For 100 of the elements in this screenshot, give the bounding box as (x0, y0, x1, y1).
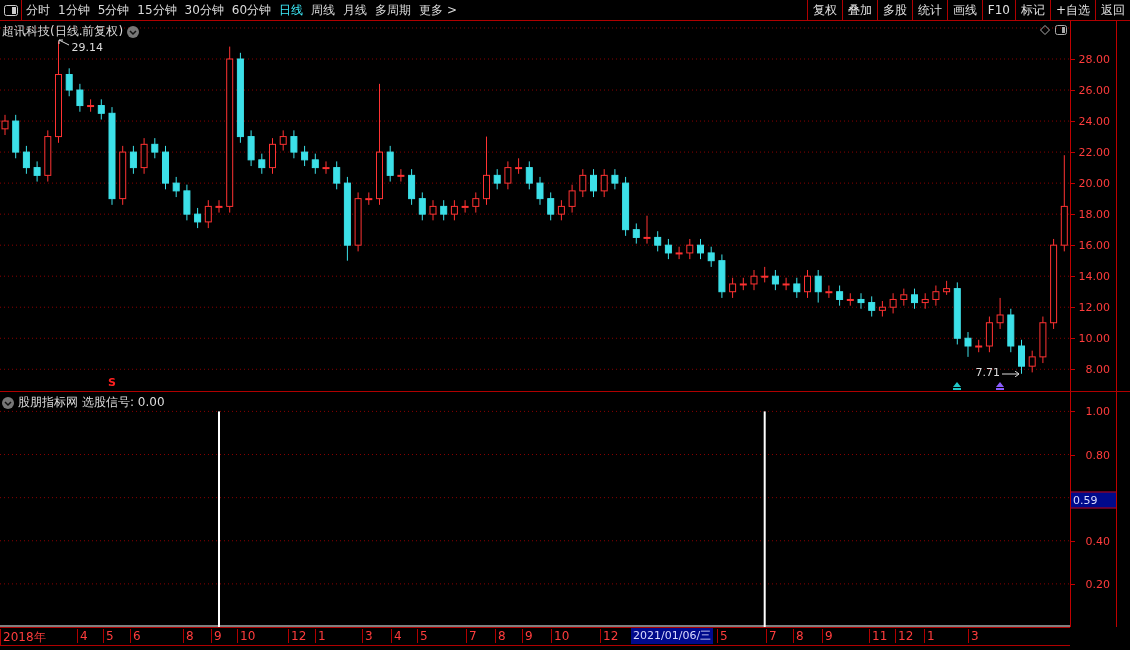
panel-toggle-icon[interactable] (1055, 25, 1067, 35)
candlestick (333, 160, 341, 190)
indicator-name: 股朋指标网 (18, 394, 78, 411)
price-axis-label: 12.00 (1078, 300, 1110, 314)
time-axis-label: 1 (315, 629, 326, 643)
candlestick (943, 280, 951, 296)
period-tab[interactable]: 日线 (275, 0, 308, 20)
period-tab[interactable]: 60分钟 (227, 0, 276, 20)
period-tab[interactable]: 5分钟 (93, 0, 134, 20)
candlestick (932, 285, 940, 307)
candlestick (729, 277, 737, 299)
price-axis-label: 14.00 (1078, 269, 1110, 283)
period-tab[interactable]: 15分钟 (133, 0, 181, 20)
time-axis-label: 10 (237, 629, 256, 643)
candlestick (878, 300, 886, 318)
price-axis-label: 16.00 (1078, 238, 1110, 252)
diamond-icon[interactable] (1040, 25, 1050, 35)
time-axis-label: 9 (211, 629, 222, 643)
candlestick (814, 269, 822, 304)
period-tab[interactable]: 多周期 (371, 0, 416, 20)
candlestick (707, 246, 715, 268)
candlestick (97, 98, 105, 120)
time-axis-label: 11 (869, 629, 888, 643)
candlestick (33, 160, 41, 183)
time-axis-label: 3 (968, 629, 979, 643)
time-axis-label: 2018年 (0, 629, 46, 646)
candlestick (76, 83, 84, 113)
candlestick (654, 230, 662, 252)
candlestick (985, 316, 993, 353)
candlestick (900, 288, 908, 307)
time-axis-label: 7 (766, 629, 777, 643)
low-price-label: 7.71 (975, 365, 1000, 379)
candlestick (771, 269, 779, 291)
candlestick (119, 145, 127, 206)
candlestick (461, 199, 469, 214)
time-axis-label: 10 (551, 629, 570, 643)
more-button[interactable]: 更多 > (415, 0, 461, 20)
candlestick (622, 176, 630, 237)
candlestick (857, 292, 865, 310)
candlestick (611, 168, 619, 190)
candlestick (632, 222, 640, 245)
candlestick (664, 238, 672, 260)
candlestick (536, 176, 544, 206)
cursor-value-label: 0.59 (1071, 491, 1116, 509)
candlestick (311, 153, 319, 175)
candlestick (162, 145, 169, 190)
candlestick (472, 191, 480, 214)
candlestick (825, 285, 833, 299)
period-tab[interactable]: 月线 (339, 0, 372, 20)
price-axis-label: 26.00 (1078, 83, 1110, 97)
candlestick (697, 238, 704, 260)
candlestick (953, 281, 961, 345)
period-tab[interactable]: 30分钟 (180, 0, 228, 20)
candlestick (301, 145, 309, 167)
time-axis-label: 12 (600, 629, 619, 643)
candlestick (22, 145, 30, 175)
candlestick (44, 129, 52, 183)
candlestick (87, 98, 95, 113)
time-axis-label: 12 (895, 629, 914, 643)
candlestick (151, 137, 159, 159)
candlestick (279, 129, 287, 152)
time-axis-label: 9 (822, 629, 833, 643)
candlestick (204, 199, 212, 229)
chevron-icon[interactable] (127, 25, 140, 38)
candlestick (643, 215, 651, 245)
candlestick (547, 191, 555, 221)
candlestick (568, 184, 576, 214)
indicator-axis-label: 0.20 (1085, 577, 1110, 591)
candlestick (590, 168, 597, 198)
candlestick (911, 288, 918, 310)
period-tab[interactable]: 1分钟 (54, 0, 94, 20)
candlestick (996, 297, 1004, 330)
candlestick (921, 292, 929, 310)
high-price-label: 29.14 (71, 41, 103, 55)
candlestick (290, 129, 298, 159)
candlestick (868, 295, 876, 318)
candlestick (1039, 316, 1047, 364)
candlestick (889, 292, 897, 314)
candlestick (322, 160, 330, 175)
period-tab[interactable]: 分时 (22, 0, 54, 20)
chevron-icon[interactable] (2, 396, 14, 409)
price-axis-label: 28.00 (1078, 52, 1110, 66)
candlestick (493, 168, 501, 190)
time-axis-label: 1 (924, 629, 935, 643)
candlestick (258, 153, 266, 175)
candlestick (600, 168, 608, 198)
candlestick (975, 339, 983, 353)
time-axis-label: 5 (417, 629, 428, 643)
candlestick (525, 160, 533, 190)
time-axis-label: 4 (391, 629, 402, 643)
candlestick (440, 199, 448, 221)
candlestick (686, 238, 694, 260)
period-tab[interactable]: 周线 (307, 0, 340, 20)
time-axis-label: 8 (495, 629, 506, 643)
price-axis-label: 18.00 (1078, 207, 1110, 221)
candlestick (739, 277, 747, 291)
candlestick (761, 266, 769, 283)
candlestick (215, 199, 223, 214)
candlestick (386, 145, 394, 183)
time-axis-label: 5 (103, 629, 114, 643)
